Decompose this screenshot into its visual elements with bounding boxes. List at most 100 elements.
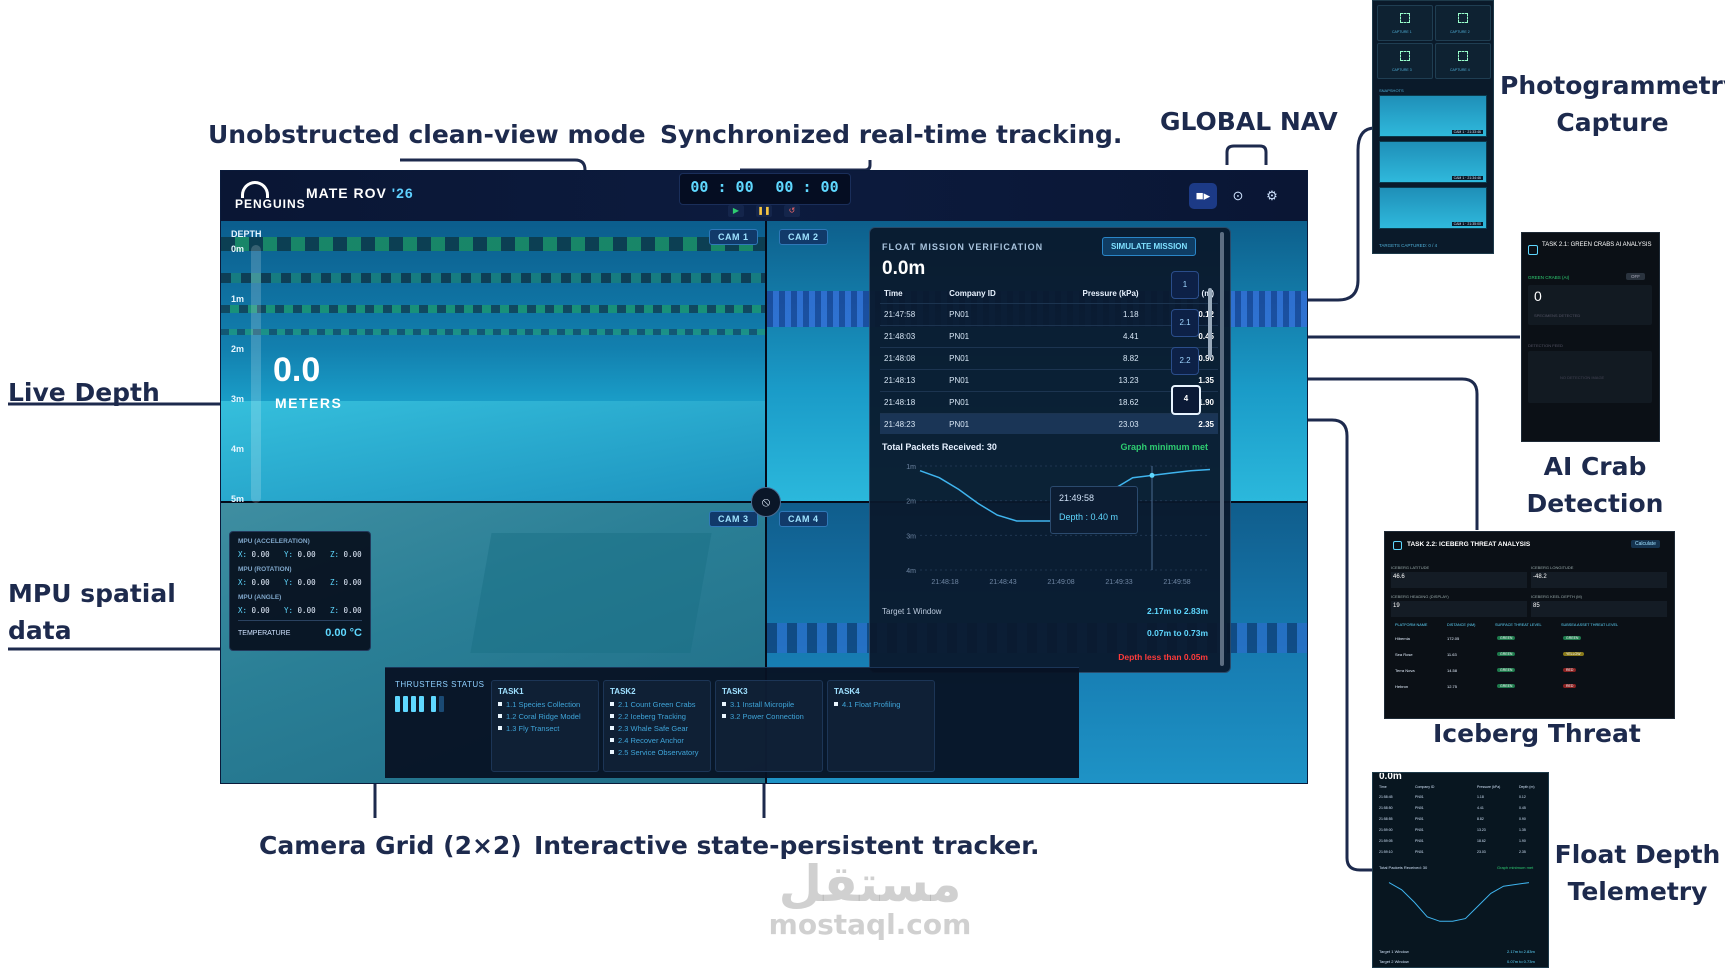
reset-icon[interactable]: ↺	[784, 205, 800, 217]
simulate-mission-button[interactable]: SIMULATE MISSION	[1102, 237, 1197, 256]
float-table-header: Time	[884, 289, 903, 298]
iceberg-cell: Hibernia	[1395, 636, 1410, 641]
lon-label: ICEBERG LONGITUDE	[1531, 565, 1574, 570]
task-item[interactable]: 3.2 Power Connection	[722, 712, 822, 721]
task-item[interactable]: 2.2 Iceberg Tracking	[610, 712, 710, 721]
task-item[interactable]: 2.1 Count Green Crabs	[610, 700, 710, 709]
heading-value[interactable]: 19	[1391, 601, 1527, 617]
cam-3-label[interactable]: CAM 3	[709, 511, 758, 527]
mpu-z-value: 0.00	[343, 606, 362, 615]
capture-icon	[1458, 51, 1468, 61]
mpu-z-value: 0.00	[343, 578, 362, 587]
keel-value[interactable]: 85	[1531, 601, 1667, 617]
mpu-axis-z: Z: 0.00	[330, 606, 362, 615]
detection-feed-label: DETECTION FEED	[1528, 343, 1563, 348]
float-depth: 0.0m	[882, 258, 926, 279]
thumb-cell: 2.35	[1519, 850, 1526, 854]
task-item[interactable]: 3.1 Install Micropile	[722, 700, 822, 709]
float-table-row[interactable]: 21:48:03 PN01 4.41 0.45	[880, 325, 1218, 348]
cam-1-label[interactable]: CAM 1	[709, 229, 758, 245]
mpu-panel: MPU (ACCELERATION) X: 0.00 Y: 0.00 Z: 0.…	[229, 531, 371, 651]
photogrammetry-panel: CAPTURE 1 CAPTURE 2 CAPTURE 3 CAPTURE 4 …	[1372, 0, 1494, 254]
task-tab-4[interactable]: 4	[1171, 385, 1201, 415]
float-table-row[interactable]: 21:47:58 PN01 1.18 0.12	[880, 303, 1218, 326]
task-item[interactable]: 2.4 Recover Anchor	[610, 736, 710, 745]
mission-timer: 00 : 00	[690, 178, 754, 196]
mpu-x-value: 0.00	[251, 550, 270, 559]
task-item[interactable]: 1.2 Coral Ridge Model	[498, 712, 598, 721]
chart-x-tick: 21:48:43	[989, 579, 1016, 586]
float-table-row[interactable]: 21:48:13 PN01 13.23 1.35	[880, 369, 1218, 392]
thumb-cell: 21:59:05	[1379, 839, 1393, 843]
float-table-wrap[interactable]: TimeCompany IDPressure (kPa)Depth (m)21:…	[880, 284, 1220, 434]
task-item[interactable]: 2.3 Whale Safe Gear	[610, 724, 710, 733]
task-timer: 00 : 00	[775, 178, 839, 196]
float-table-cell: PN01	[945, 369, 1037, 392]
float-depth-thumbnail: 0.0m Time Company ID Pressure (kPa) Depth (…	[1372, 772, 1549, 968]
cam-4-label[interactable]: CAM 4	[779, 511, 828, 527]
chart-hover-point[interactable]	[1149, 472, 1155, 478]
thumb-cell: 18.62	[1477, 839, 1486, 843]
mpu-x-value: 0.00	[251, 578, 270, 587]
thumb-cell: 13.23	[1477, 828, 1486, 832]
keel-label: ICEBERG KEEL DEPTH (M)	[1531, 594, 1582, 599]
mpu-y-value: 0.00	[297, 606, 316, 615]
lon-value[interactable]: -48.2	[1531, 572, 1667, 588]
cam-2-label[interactable]: CAM 2	[779, 229, 828, 245]
float-table-row[interactable]: 21:48:23 PN01 23.03 2.35	[880, 413, 1218, 434]
camera-icon[interactable]: ■▸	[1189, 183, 1217, 209]
threat-badge: GREEN	[1497, 636, 1516, 640]
tooltip-time: 21:49:58	[1059, 493, 1095, 503]
gear-icon[interactable]: ⚙	[1258, 183, 1286, 209]
float-table-row[interactable]: 21:48:18 PN01 18.62 1.90	[880, 391, 1218, 414]
brand-name: MATE ROV	[306, 185, 387, 201]
chart-y-tick: 2m	[906, 499, 916, 506]
threat-badge: YELLOW	[1563, 652, 1584, 656]
task-item[interactable]: 4.1 Float Profiling	[834, 700, 934, 709]
chart-x-tick: 21:49:58	[1163, 579, 1190, 586]
iceberg-col-header: SUBSEA ASSET THREAT LEVEL	[1561, 623, 1619, 627]
iceberg-col-header: PLATFORM NAME	[1395, 623, 1428, 627]
task-item[interactable]: 1.3 Fly Transect	[498, 724, 598, 733]
task-tab-1[interactable]: 1	[1171, 271, 1199, 299]
snapshot-thumb[interactable]: CAM 1 · 21:34:46	[1379, 141, 1487, 183]
logo-mark	[241, 181, 269, 198]
panel-scrollbar[interactable]	[1220, 232, 1224, 666]
thrusters-status-label: THRUSTERS STATUS	[395, 680, 485, 689]
thumb-target2-val: 0.07m to 0.73m	[1507, 959, 1535, 964]
task-item[interactable]: 1.1 Species Collection	[498, 700, 598, 709]
target-1-value: 2.17m to 2.83m	[1147, 606, 1208, 616]
lat-value[interactable]: 46.6	[1391, 572, 1527, 588]
task-tab-2-2[interactable]: 2.2	[1171, 347, 1199, 375]
ai-crab-toggle[interactable]: OFF	[1626, 273, 1645, 280]
thumb-cell: 21:58:55	[1379, 817, 1393, 821]
packets-received: Total Packets Received: 30	[882, 442, 997, 452]
gamepad-icon[interactable]: ⊙	[1224, 183, 1252, 209]
play-icon[interactable]: ▶	[728, 205, 744, 217]
clean-view-toggle[interactable]: ⦸	[751, 487, 781, 517]
float-table-cell: 21:48:18	[880, 391, 946, 414]
thumb-cell: 0.12	[1519, 795, 1526, 799]
pause-icon[interactable]: ❚❚	[756, 205, 772, 217]
capture-slot[interactable]: CAPTURE 4	[1435, 43, 1491, 79]
mpu-group-label: MPU (ACCELERATION)	[238, 538, 310, 545]
float-table-cell: 23.03	[1036, 413, 1143, 434]
table-scrollbar[interactable]	[1208, 288, 1212, 358]
float-table-row[interactable]: 21:48:08 PN01 8.82 0.90	[880, 347, 1218, 370]
capture-slot[interactable]: CAPTURE 2	[1435, 5, 1491, 41]
snapshot-thumb[interactable]: CAM 1 · 21:35:00	[1379, 187, 1487, 229]
task-tab-2-1[interactable]: 2.1	[1171, 309, 1199, 337]
snapshot-thumb[interactable]: CAM 1 · 21:33:46	[1379, 95, 1487, 137]
task-item[interactable]: 2.5 Service Observatory	[610, 748, 710, 757]
float-table-cell: 21:48:03	[880, 325, 946, 348]
capture-slot[interactable]: CAPTURE 3	[1377, 43, 1433, 79]
lane-rope	[221, 305, 765, 313]
crab-icon	[1528, 245, 1538, 255]
task-column: TASK4 4.1 Float Profiling	[827, 680, 935, 772]
capture-slot[interactable]: CAPTURE 1	[1377, 5, 1433, 41]
float-data-table: TimeCompany IDPressure (kPa)Depth (m)21:…	[880, 284, 1218, 434]
calculate-button[interactable]: Calculate	[1631, 540, 1660, 548]
thumb-cell: 21:59:00	[1379, 828, 1393, 832]
threat-badge: GREEN	[1497, 668, 1516, 672]
thumb-cell: PN01	[1415, 806, 1424, 810]
